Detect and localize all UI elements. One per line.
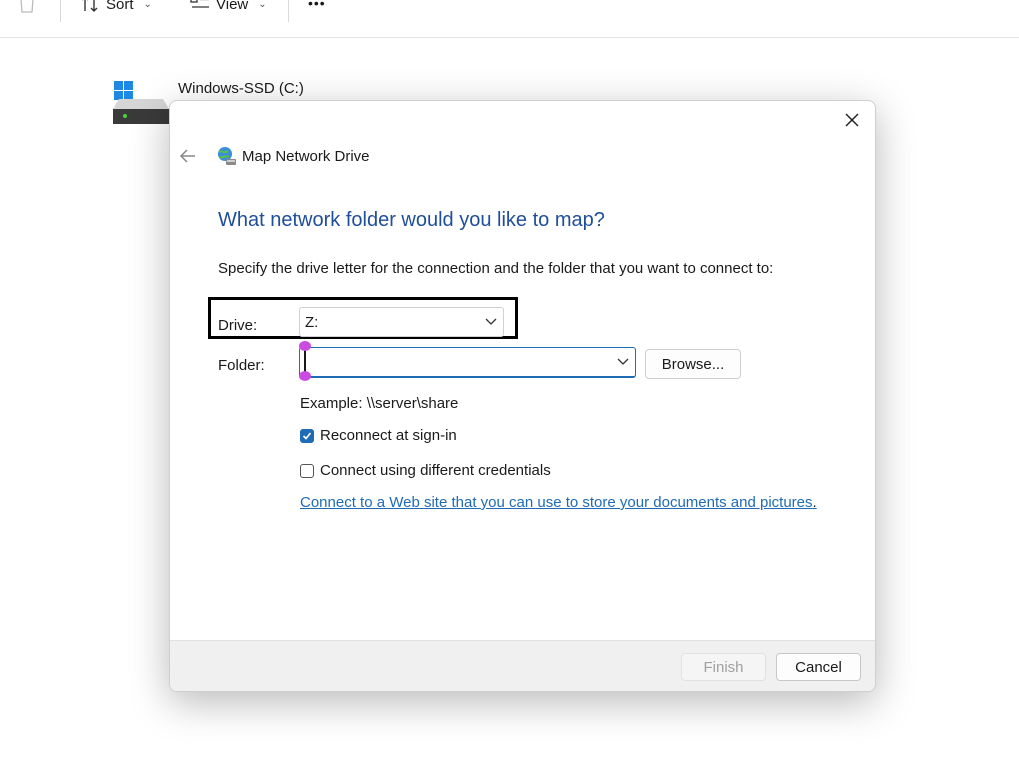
dialog-title: Map Network Drive <box>242 148 370 165</box>
folder-label-text: Folder: <box>218 357 265 374</box>
chevron-down-icon[interactable] <box>617 358 629 366</box>
reconnect-label: Reconnect at sign-in <box>320 427 457 444</box>
toolbar-separator <box>60 0 61 22</box>
back-arrow-icon <box>179 149 195 163</box>
reconnect-checkbox[interactable] <box>300 428 314 443</box>
selection-handle-top[interactable] <box>299 341 311 351</box>
example-text: Example: \\server\share <box>300 395 459 412</box>
instruction-text: Specify the drive letter for the connect… <box>218 260 774 277</box>
back-button[interactable] <box>178 146 200 168</box>
web-site-link-text[interactable]: Connect to a Web site that you can use t… <box>300 494 813 511</box>
dialog-footer: Finish Cancel <box>170 640 875 691</box>
sort-label: Sort <box>106 0 134 13</box>
dialog-heading: What network folder would you like to ma… <box>218 209 605 231</box>
web-site-link[interactable]: Connect to a Web site that you can use t… <box>300 494 817 511</box>
chevron-down-icon <box>485 318 497 325</box>
folder-input[interactable] <box>299 341 636 381</box>
explorer-toolbar: Sort ⌄ View ⌄ ••• <box>0 0 1019 38</box>
drive-letter-value: Z: <box>305 313 319 331</box>
drive-icon[interactable] <box>113 81 169 125</box>
close-icon <box>845 113 859 127</box>
sort-icon <box>82 0 98 12</box>
network-drive-icon <box>215 145 237 167</box>
browse-button[interactable]: Browse... <box>645 349 741 379</box>
finish-button[interactable]: Finish <box>681 653 766 681</box>
view-icon <box>190 0 209 8</box>
reconnect-checkbox-row[interactable]: Reconnect at sign-in <box>300 427 457 444</box>
link-period: . <box>812 494 817 511</box>
checkmark-icon <box>302 431 312 440</box>
selection-handle-bottom[interactable] <box>299 371 311 381</box>
trash-icon <box>20 0 34 13</box>
cancel-button[interactable]: Cancel <box>776 653 861 681</box>
toolbar-separator <box>288 0 289 22</box>
close-button[interactable] <box>839 109 865 131</box>
view-label: View <box>216 0 249 13</box>
drive-label-text: Drive: <box>218 317 258 334</box>
credentials-label: Connect using different credentials <box>320 462 551 479</box>
view-button[interactable]: View ⌄ <box>190 0 267 16</box>
credentials-checkbox[interactable] <box>300 463 314 478</box>
map-network-drive-dialog: Map Network Drive What network folder wo… <box>169 100 876 692</box>
more-options-button[interactable]: ••• <box>308 0 326 15</box>
delete-button[interactable] <box>18 0 36 16</box>
drive-letter-select[interactable]: Z: <box>299 307 504 337</box>
chevron-down-icon: ⌄ <box>258 0 267 10</box>
sort-button[interactable]: Sort ⌄ <box>80 0 152 16</box>
more-icon: ••• <box>308 0 326 11</box>
chevron-down-icon: ⌄ <box>143 0 152 10</box>
drive-label[interactable]: Windows-SSD (C:) <box>178 80 304 97</box>
credentials-checkbox-row[interactable]: Connect using different credentials <box>300 462 551 479</box>
